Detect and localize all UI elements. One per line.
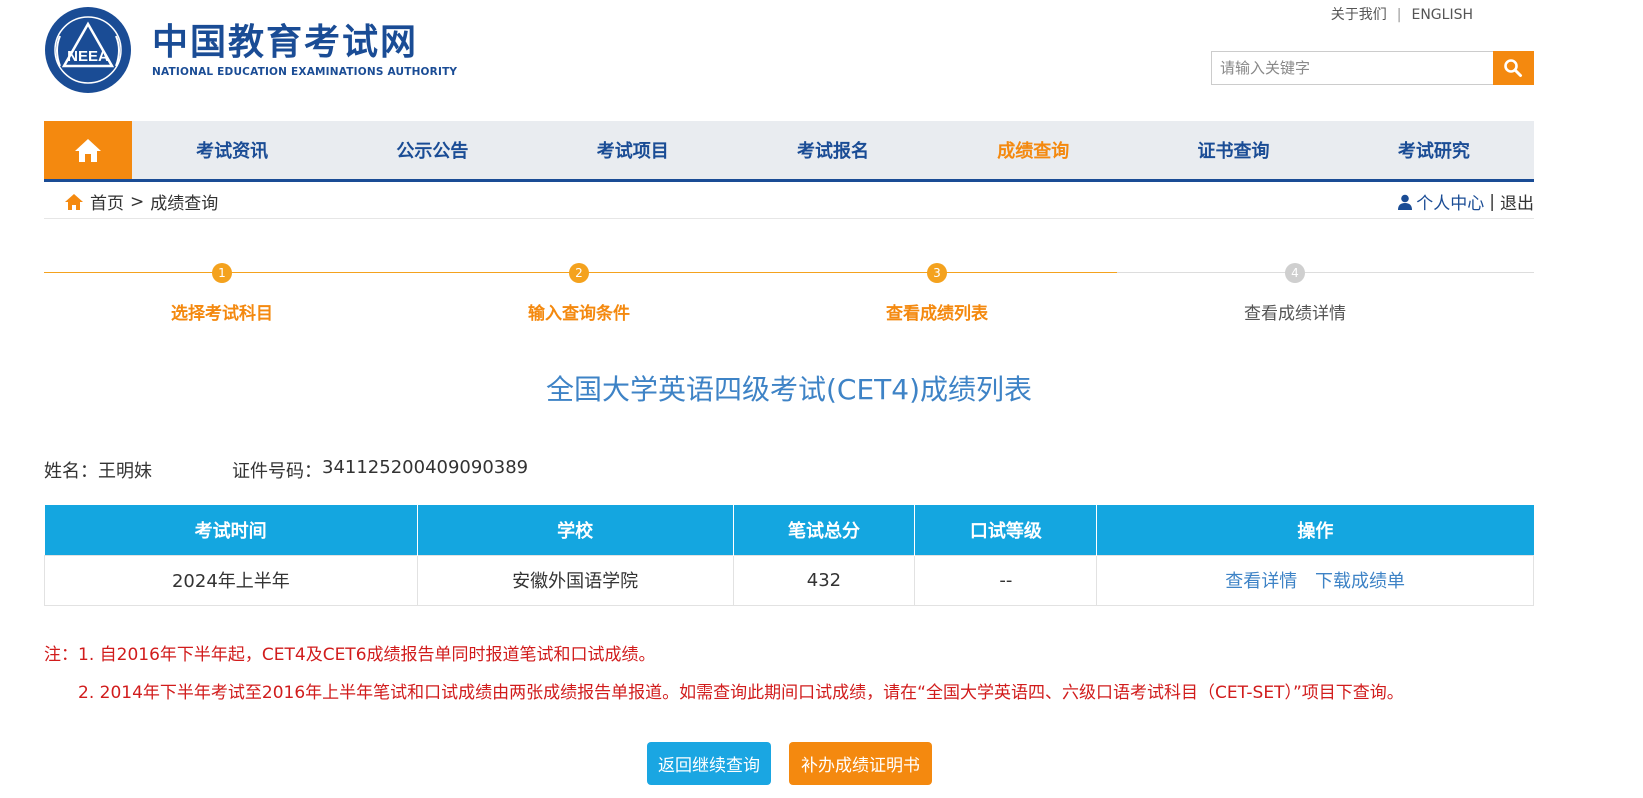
step-3: 3 查看成绩列表 (837, 260, 1037, 324)
nav-item-registration[interactable]: 考试报名 (733, 121, 933, 179)
site-title-cn: 中国教育考试网 (152, 22, 419, 63)
progress-steps: 1 选择考试科目 2 输入查询条件 3 查看成绩列表 4 查看成绩详情 (44, 260, 1534, 330)
cell-school: 安徽外国语学院 (416, 554, 734, 606)
breadcrumb-separator: > (130, 191, 145, 212)
top-links-separator: | (1396, 7, 1402, 23)
main-nav: 考试资讯 公示公告 考试项目 考试报名 成绩查询 证书查询 考试研究 (44, 121, 1534, 182)
step-2: 2 输入查询条件 (479, 260, 679, 324)
user-links-separator: | (1489, 191, 1495, 212)
nav-item-certificate-query[interactable]: 证书查询 (1133, 121, 1333, 179)
page-title: 全国大学英语四级考试(CET4)成绩列表 (545, 373, 1032, 406)
action-buttons: 返回继续查询 补办成绩证明书 (647, 742, 932, 785)
nav-item-exam-programs[interactable]: 考试项目 (533, 121, 733, 179)
table-header-row: 考试时间 学校 笔试总分 口试等级 操作 (44, 505, 1534, 555)
home-icon (75, 139, 101, 162)
table-row: 2024年上半年 安徽外国语学院 432 -- 查看详情 下载成绩单 (44, 554, 1534, 606)
step-1-number: 1 (212, 263, 232, 283)
step-4-label: 查看成绩详情 (1244, 304, 1346, 324)
step-1: 1 选择考试科目 (122, 260, 322, 324)
nav-item-exam-news[interactable]: 考试资讯 (132, 121, 332, 179)
about-link[interactable]: 关于我们 (1331, 4, 1387, 24)
candidate-id-number: 341125200409090389 (322, 457, 529, 478)
nav-item-announcements[interactable]: 公示公告 (332, 121, 532, 179)
download-report-link[interactable]: 下载成绩单 (1315, 571, 1405, 592)
reissue-certificate-button[interactable]: 补办成绩证明书 (789, 742, 932, 785)
site-title-en: NATIONAL EDUCATION EXAMINATIONS AUTHORIT… (152, 66, 458, 78)
logout-link[interactable]: 退出 (1500, 189, 1534, 214)
id-label: 证件号码： (232, 461, 322, 482)
english-link[interactable]: ENGLISH (1411, 7, 1473, 23)
step-4: 4 查看成绩详情 (1195, 260, 1395, 324)
nav-item-exam-research[interactable]: 考试研究 (1334, 121, 1534, 179)
neea-emblem-icon: NEEA (45, 7, 131, 93)
personal-center-link[interactable]: 个人中心 (1416, 189, 1484, 214)
step-4-number: 4 (1285, 263, 1305, 283)
note-line-1: 注：1. 自2016年下半年起，CET4及CET6成绩报告单同时报道笔试和口试成… (44, 645, 656, 665)
search-box (1211, 51, 1534, 85)
breadcrumb-home[interactable]: 首页 (90, 189, 124, 214)
view-details-link[interactable]: 查看详情 (1225, 571, 1297, 592)
candidate-info: 姓名： 王明妹 证件号码： 341125200409090389 (44, 457, 528, 483)
nav-item-score-query[interactable]: 成绩查询 (933, 121, 1133, 179)
column-header-school: 学校 (417, 505, 734, 555)
site-logo[interactable]: NEEA 中国教育考试网 NATIONAL EDUCATION EXAMINAT… (44, 6, 457, 94)
cell-exam-time: 2024年上半年 (44, 554, 418, 606)
step-1-label: 选择考试科目 (171, 304, 273, 324)
emblem-text: NEEA (67, 48, 109, 65)
step-2-label: 输入查询条件 (528, 304, 630, 324)
cell-oral-grade: -- (914, 554, 1098, 606)
step-3-label: 查看成绩列表 (886, 304, 988, 324)
top-links: 关于我们 | ENGLISH (1331, 4, 1473, 24)
back-to-query-button[interactable]: 返回继续查询 (647, 742, 771, 785)
step-3-number: 3 (927, 263, 947, 283)
search-input[interactable] (1211, 51, 1493, 85)
column-header-actions: 操作 (1096, 505, 1534, 555)
breadcrumb-home-icon (65, 193, 83, 210)
notes: 注：1. 自2016年下半年起，CET4及CET6成绩报告单同时报道笔试和口试成… (44, 636, 1404, 712)
search-icon (1504, 59, 1523, 77)
cell-actions: 查看详情 下载成绩单 (1096, 554, 1534, 606)
search-button[interactable] (1492, 51, 1534, 85)
user-links: 个人中心 | 退出 (1398, 189, 1534, 214)
step-2-number: 2 (569, 263, 589, 283)
user-icon (1398, 194, 1413, 210)
score-table: 考试时间 学校 笔试总分 口试等级 操作 2024年上半年 安徽外国语学院 43… (44, 505, 1534, 606)
cell-written-score: 432 (732, 554, 916, 606)
note-line-2: 2. 2014年下半年考试至2016年上半年笔试和口试成绩由两张成绩报告单报道。… (78, 683, 1404, 703)
breadcrumb-bar: 首页 > 成绩查询 个人中心 | 退出 (44, 183, 1534, 219)
breadcrumb-current: 成绩查询 (150, 194, 219, 214)
column-header-oral-grade: 口试等级 (914, 505, 1098, 555)
name-label: 姓名： (44, 461, 98, 482)
column-header-exam-time: 考试时间 (44, 505, 418, 555)
column-header-written-score: 笔试总分 (733, 505, 916, 555)
candidate-name: 王明妹 (98, 461, 152, 482)
breadcrumb: 首页 > 成绩查询 (64, 189, 218, 214)
nav-home-button[interactable] (44, 121, 132, 179)
